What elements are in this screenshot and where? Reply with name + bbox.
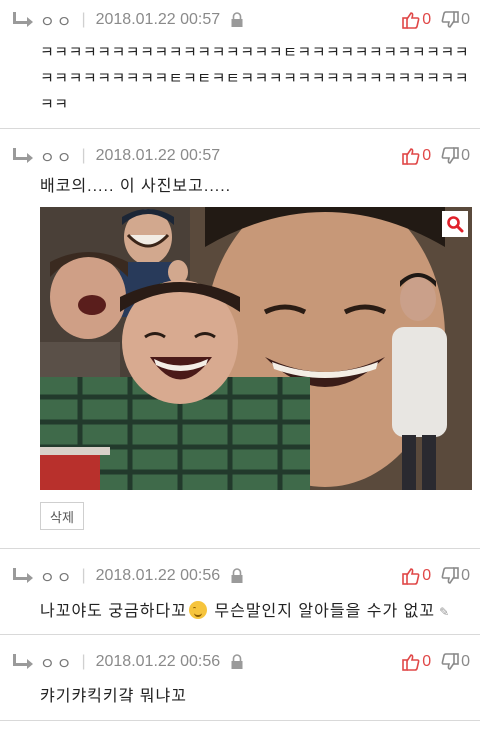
comment-text-line: ㅋㅋㅋㅋㅋㅋㅋㅋㅋㅌㅋㅌㅋㅌㅋㅋㅋㅋㅋㅋㅋㅋㅋㅋㅋㅋㅋㅋㅋㅋ	[40, 70, 470, 87]
comment-text: 캬기캬킥키걐 뭐냐꼬	[40, 688, 187, 705]
upvote-button[interactable]: 0	[402, 147, 431, 165]
thumbs-up-icon	[402, 568, 420, 585]
comment-date: 2018.01.22 00:57	[95, 11, 221, 28]
downvote-count: 0	[461, 11, 470, 28]
zoom-button[interactable]	[442, 211, 468, 237]
downvote-button[interactable]: 0	[441, 567, 470, 585]
vote-group: 0 0	[392, 564, 470, 588]
reply-arrow-icon	[13, 568, 33, 583]
reply-arrow-icon	[13, 148, 33, 163]
comment-text-line: ㅋㅋㅋㅋㅋㅋㅋㅋㅋㅋㅋㅋㅋㅋㅋㅋㅋㅌㅋㅋㅋㅋㅋㅋㅋㅋㅋㅋㅋㅋ	[40, 44, 470, 61]
smiling-face-emoji	[188, 601, 207, 619]
upvote-button[interactable]: 0	[402, 11, 431, 29]
comment-date: 2018.01.22 00:57	[95, 147, 221, 164]
comment-date: 2018.01.22 00:56	[95, 567, 221, 584]
thumbs-down-icon	[441, 147, 459, 164]
comment-meta: ㅇㅇ | 2018.01.22 00:57	[12, 144, 230, 168]
downvote-count: 0	[461, 653, 470, 670]
thumbs-down-icon	[441, 11, 459, 28]
upvote-button[interactable]: 0	[402, 653, 431, 671]
delete-button[interactable]: 삭제	[40, 502, 84, 530]
comment-divider	[0, 720, 480, 721]
comment-meta: ㅇㅇ | 2018.01.22 00:56	[12, 564, 244, 588]
comment-nickname[interactable]: ㅇㅇ	[40, 8, 73, 32]
comment-nickname[interactable]: ㅇㅇ	[40, 144, 73, 168]
reply-arrow-icon	[13, 12, 33, 27]
comment-divider	[0, 634, 480, 635]
comment-text: 배코의..... 이 사진보고.....	[40, 178, 232, 195]
lock-icon	[231, 568, 243, 583]
lock-icon	[231, 12, 243, 27]
lock-icon	[231, 654, 243, 669]
meta-separator: |	[81, 653, 86, 670]
thumbs-up-icon	[402, 148, 420, 165]
photo-collage-image	[40, 207, 472, 490]
vote-group: 0 0	[392, 650, 470, 674]
downvote-count: 0	[461, 567, 470, 584]
comment-text: 무슨말인지 알아들을 수가 없꼬	[208, 603, 436, 620]
magnifier-icon	[447, 216, 464, 233]
comment-divider	[0, 128, 480, 129]
upvote-count: 0	[422, 653, 432, 670]
meta-separator: |	[81, 147, 86, 164]
downvote-button[interactable]: 0	[441, 11, 470, 29]
vote-group: 0 0	[392, 8, 470, 32]
vote-group: 0 0	[392, 144, 470, 168]
comment-nickname[interactable]: ㅇㅇ	[40, 650, 73, 674]
comment-divider	[0, 548, 480, 549]
upvote-count: 0	[422, 147, 432, 164]
upvote-count: 0	[422, 11, 432, 28]
thumbs-up-icon	[402, 12, 420, 29]
pencil-icon: ✎	[439, 605, 451, 619]
meta-separator: |	[81, 567, 86, 584]
thumbs-down-icon	[441, 653, 459, 670]
downvote-button[interactable]: 0	[441, 653, 470, 671]
downvote-button[interactable]: 0	[441, 147, 470, 165]
comment-text-line: ㅋㅋ	[40, 96, 69, 113]
downvote-count: 0	[461, 147, 470, 164]
comment-text: 나꼬야도 궁금하다꼬	[40, 603, 187, 620]
comment-photo[interactable]	[40, 207, 472, 490]
reply-arrow-icon	[13, 654, 33, 669]
meta-separator: |	[81, 11, 86, 28]
comment-meta: ㅇㅇ | 2018.01.22 00:57	[12, 8, 244, 32]
comment-meta: ㅇㅇ | 2018.01.22 00:56	[12, 650, 244, 674]
comment-nickname[interactable]: ㅇㅇ	[40, 564, 73, 588]
thumbs-up-icon	[402, 654, 420, 671]
upvote-button[interactable]: 0	[402, 567, 431, 585]
comment-date: 2018.01.22 00:56	[95, 653, 221, 670]
comment-body: 나꼬야도 궁금하다꼬 무슨말인지 알아들을 수가 없꼬 ✎	[40, 599, 470, 625]
comment-body: ㅋㅋㅋㅋㅋㅋㅋㅋㅋㅋㅋㅋㅋㅋㅋㅋㅋㅌㅋㅋㅋㅋㅋㅋㅋㅋㅋㅋㅋㅋ ㅋㅋㅋㅋㅋㅋㅋㅋㅋ…	[40, 40, 470, 118]
upvote-count: 0	[422, 567, 432, 584]
thumbs-down-icon	[441, 567, 459, 584]
